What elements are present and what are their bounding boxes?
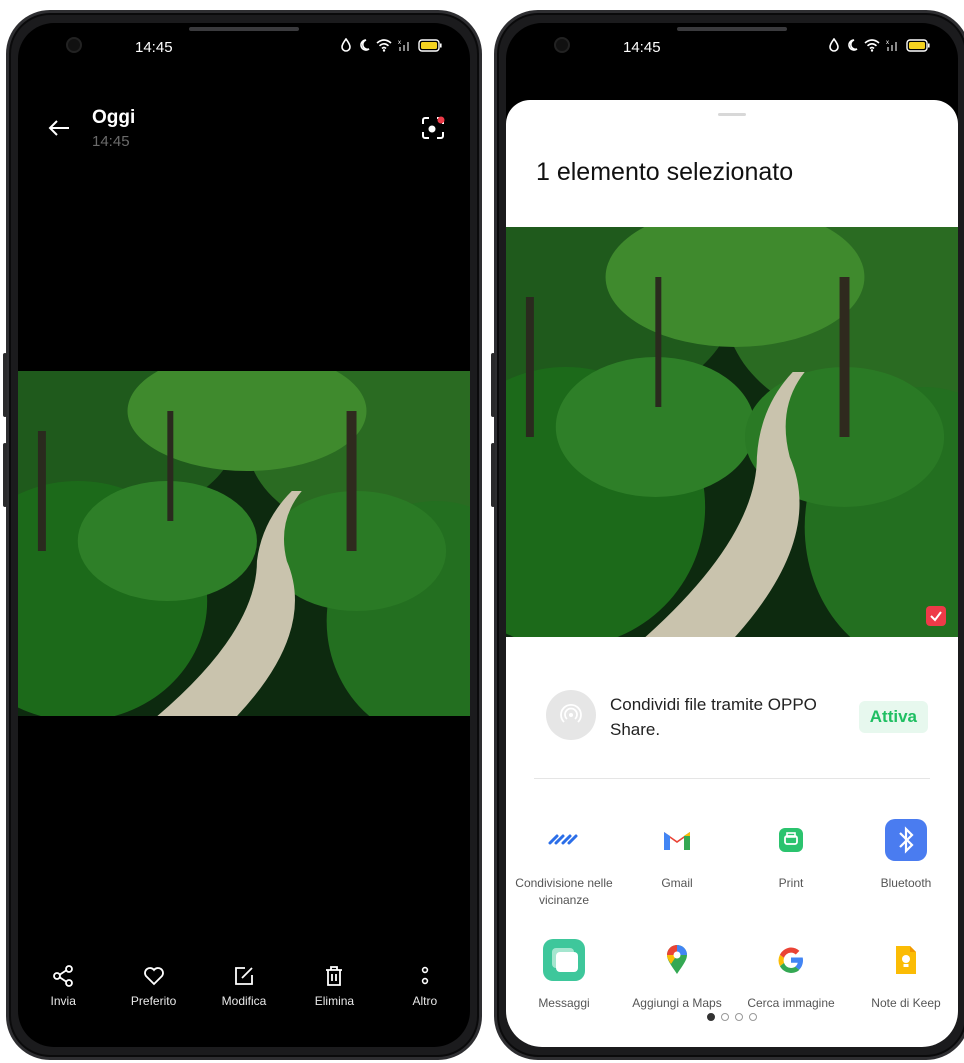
dnd-drop-icon	[341, 38, 351, 52]
signal-icon: x	[886, 40, 897, 51]
app-keep[interactable]: Note di Keep	[848, 937, 958, 1012]
print-icon	[779, 828, 803, 852]
google-icon	[778, 947, 803, 973]
app-label: Aggiungi a Maps	[632, 996, 722, 1010]
app-label: Print	[778, 876, 804, 890]
share-sheet: 1 elemento selezionato Condividi file tr…	[506, 100, 958, 1047]
checkmark-icon	[930, 611, 942, 622]
back-arrow-icon[interactable]	[48, 119, 70, 137]
keep-icon	[896, 946, 916, 974]
edit-label: Modifica	[221, 994, 267, 1008]
oppo-share-text: Condividi file tramite OPPO Share.	[610, 695, 817, 739]
status-bar: 14:45 x	[18, 23, 470, 73]
status-time: 14:45	[623, 39, 661, 56]
selected-checkbox[interactable]	[926, 606, 946, 626]
battery-icon	[418, 38, 442, 52]
more-icon	[421, 966, 429, 985]
photo-toolbar: Invia Preferito Modifica Elimina Altro	[18, 965, 470, 1015]
moon-icon	[360, 39, 370, 51]
volume-button	[3, 443, 7, 507]
dnd-drop-icon	[829, 38, 839, 52]
app-gmail[interactable]: Gmail	[619, 817, 735, 892]
app-label: Note di Keep	[871, 996, 941, 1010]
favorite-label: Preferito	[130, 994, 177, 1008]
more-label: Altro	[412, 994, 438, 1008]
app-label: Gmail	[661, 876, 693, 890]
lens-icon[interactable]	[420, 115, 446, 141]
phone-right: 14:45 x 1 elemento selezionato Condividi…	[491, 10, 964, 1060]
status-time: 14:45	[135, 39, 173, 56]
edit-button[interactable]: Modifica	[199, 965, 289, 1015]
maps-icon	[667, 945, 687, 974]
page-dot-3[interactable]	[735, 1013, 743, 1021]
more-button[interactable]: Altro	[380, 965, 470, 1015]
trash-icon	[326, 966, 343, 986]
send-label: Invia	[50, 994, 76, 1008]
volume-button	[3, 353, 7, 417]
phone-left: 14:45 x Oggi 14:45 Invia Preferito Modif…	[3, 10, 482, 1060]
send-button[interactable]: Invia	[18, 965, 108, 1015]
svg-text:x: x	[398, 40, 401, 46]
sheet-drag-handle[interactable]	[718, 113, 746, 116]
svg-text:x: x	[886, 40, 889, 46]
oppo-share-icon	[546, 690, 596, 740]
app-print[interactable]: Print	[733, 817, 849, 892]
app-nearby-share[interactable]: Condivisione nelle vicinanze	[506, 817, 622, 909]
page-indicator[interactable]	[506, 1013, 958, 1021]
app-label: Messaggi	[538, 996, 590, 1010]
messages-icon	[543, 939, 585, 981]
photo-time: 14:45	[92, 133, 130, 150]
bluetooth-icon	[885, 819, 927, 861]
selected-photo[interactable]	[506, 227, 958, 637]
volume-button	[491, 443, 495, 507]
nearby-share-icon	[548, 834, 578, 845]
signal-icon: x	[398, 40, 409, 51]
photo-header: Oggi 14:45	[18, 105, 470, 155]
page-title: Oggi	[92, 107, 136, 128]
app-messages[interactable]: Messaggi	[506, 937, 622, 1012]
app-bluetooth[interactable]: Bluetooth	[848, 817, 958, 892]
sheet-title: 1 elemento selezionato	[536, 158, 794, 186]
app-maps[interactable]: Aggiungi a Maps	[619, 937, 735, 1012]
activate-button[interactable]: Attiva	[858, 701, 928, 733]
heart-icon	[143, 967, 164, 986]
favorite-button[interactable]: Preferito	[108, 965, 198, 1015]
status-bar: 14:45 x	[506, 23, 958, 73]
wifi-icon	[864, 38, 880, 52]
app-label: Bluetooth	[880, 876, 932, 890]
volume-button	[491, 353, 495, 417]
share-icon	[53, 965, 74, 987]
moon-icon	[848, 39, 858, 51]
fern-forest-photo[interactable]	[18, 371, 470, 716]
delete-button[interactable]: Elimina	[289, 965, 379, 1015]
edit-icon	[235, 967, 253, 985]
page-dot-1[interactable]	[707, 1013, 715, 1021]
gmail-icon	[664, 832, 690, 850]
app-label: Cerca immagine	[747, 996, 835, 1010]
divider	[534, 778, 930, 779]
delete-label: Elimina	[314, 994, 355, 1008]
app-google-lens[interactable]: Cerca immagine	[733, 937, 849, 1012]
page-dot-4[interactable]	[749, 1013, 757, 1021]
wifi-icon	[376, 38, 392, 52]
oppo-share-row: Condividi file tramite OPPO Share. Attiv…	[546, 690, 928, 750]
page-dot-2[interactable]	[721, 1013, 729, 1021]
battery-icon	[906, 38, 930, 52]
app-label: Condivisione nelle vicinanze	[515, 876, 613, 907]
share-screen: 14:45 x 1 elemento selezionato Condividi…	[506, 23, 958, 1047]
gallery-screen: 14:45 x Oggi 14:45 Invia Preferito Modif…	[18, 23, 470, 1047]
